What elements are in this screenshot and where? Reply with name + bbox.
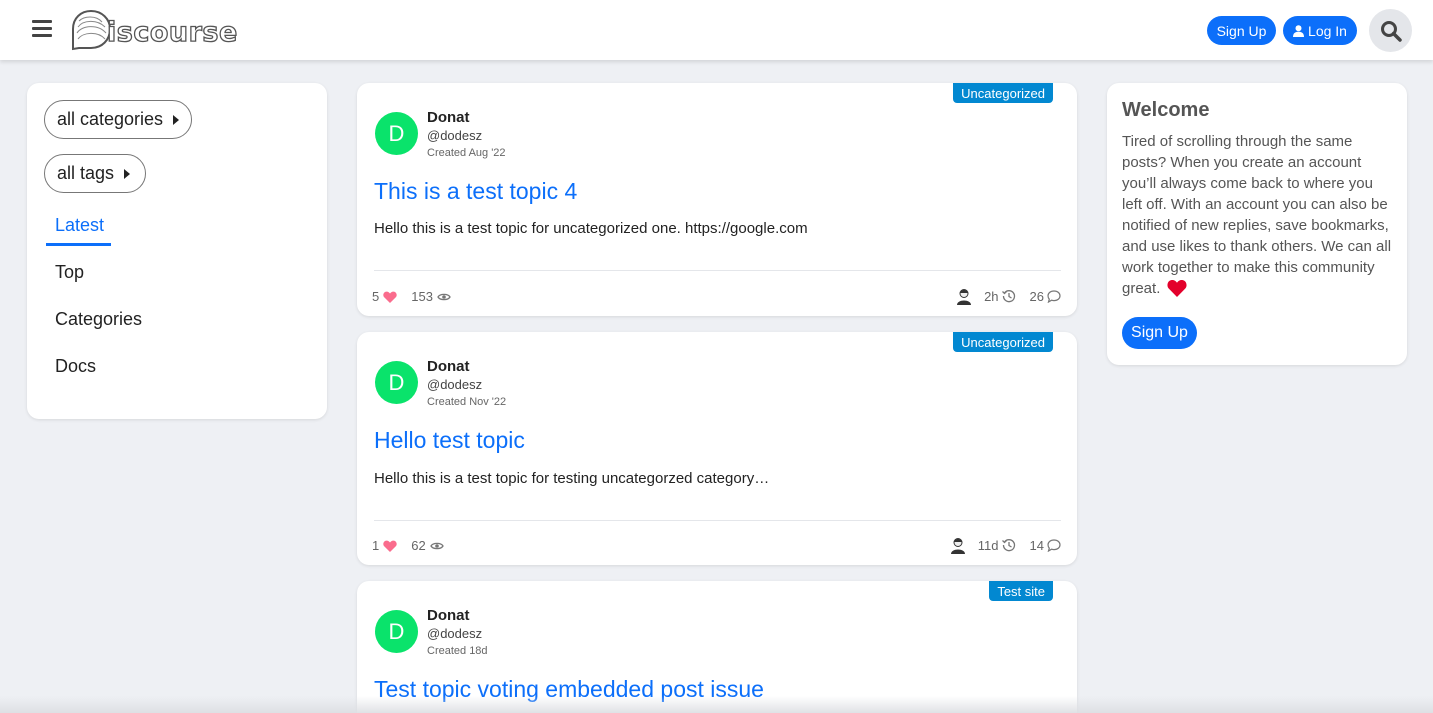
bottom-fade	[0, 696, 1433, 713]
author-handle: @dodesz	[427, 128, 483, 143]
topic-title[interactable]: This is a test topic 4	[374, 178, 577, 205]
nav-active-indicator	[46, 243, 111, 246]
nav-latest[interactable]: Latest	[55, 215, 104, 236]
topic-title[interactable]: Hello test topic	[374, 427, 525, 454]
log-in-button[interactable]: Log In	[1283, 16, 1357, 45]
caret-right-icon	[124, 168, 131, 179]
welcome-sign-up-button[interactable]: Sign Up	[1122, 317, 1197, 349]
caret-right-icon	[173, 114, 180, 125]
nav-top[interactable]: Top	[55, 262, 84, 283]
heart-icon[interactable]	[383, 291, 397, 303]
all-tags-label: all tags	[57, 163, 115, 183]
topic-excerpt: Hello this is a test topic for uncategor…	[374, 220, 808, 237]
all-categories-label: all categories	[57, 109, 164, 129]
avatar[interactable]: D	[375, 112, 418, 155]
all-tags-dropdown[interactable]: all tags	[44, 154, 146, 193]
user-avatar-icon[interactable]	[955, 287, 974, 305]
sign-up-button[interactable]: Sign Up	[1207, 16, 1276, 45]
user-icon	[1293, 24, 1305, 37]
author-name[interactable]: Donat	[427, 358, 470, 375]
history-icon	[1001, 539, 1015, 552]
author-handle: @dodesz	[427, 626, 483, 641]
user-avatar-icon[interactable]	[948, 536, 967, 554]
log-in-label: Log In	[1308, 22, 1347, 39]
logo-text: iscourse	[106, 16, 238, 48]
welcome-body: Tired of scrolling through the same post…	[1122, 131, 1394, 299]
site-header: iscourse Sign Up Log In	[0, 0, 1433, 60]
like-count: 5	[372, 289, 380, 304]
author-name[interactable]: Donat	[427, 109, 470, 126]
topic-stats: 5 153	[372, 289, 451, 304]
topic-card[interactable]: Uncategorized D Donat @dodesz Created No…	[357, 332, 1077, 565]
reply-count: 26	[1029, 288, 1044, 304]
heart-icon	[1166, 279, 1187, 297]
topic-stats: 1 62	[372, 538, 444, 553]
view-count: 62	[411, 538, 426, 553]
comment-icon	[1047, 538, 1061, 552]
sidebar: all categories all tags Latest Top Categ…	[27, 83, 327, 419]
topic-card[interactable]: Test site D Donat @dodesz Created 18d Te…	[357, 581, 1077, 713]
created-date: Created 18d	[427, 645, 488, 657]
avatar[interactable]: D	[375, 361, 418, 404]
topic-activity: 2h 26	[955, 287, 1061, 305]
category-badge[interactable]: Uncategorized	[953, 83, 1053, 103]
nav-categories[interactable]: Categories	[55, 309, 142, 330]
welcome-panel: Welcome Tired of scrolling through the s…	[1107, 83, 1407, 365]
category-badge[interactable]: Test site	[989, 581, 1053, 601]
welcome-title: Welcome	[1122, 99, 1210, 121]
last-activity[interactable]: 2h	[984, 289, 998, 304]
divider	[374, 270, 1061, 271]
category-badge[interactable]: Uncategorized	[953, 332, 1053, 352]
like-count: 1	[372, 538, 380, 553]
heart-icon[interactable]	[383, 540, 397, 552]
search-button[interactable]	[1369, 9, 1412, 52]
history-icon	[1001, 290, 1015, 303]
comment-icon	[1047, 289, 1061, 303]
search-icon	[1380, 20, 1402, 42]
created-date: Created Nov '22	[427, 396, 507, 408]
topic-card[interactable]: Uncategorized D Donat @dodesz Created Au…	[357, 83, 1077, 316]
eye-icon	[437, 293, 451, 300]
welcome-sign-up-label: Sign Up	[1131, 324, 1188, 341]
all-categories-dropdown[interactable]: all categories	[44, 100, 192, 139]
discourse-logo[interactable]: iscourse	[69, 9, 238, 51]
topic-excerpt: Hello this is a test topic for testing u…	[374, 470, 770, 487]
last-activity[interactable]: 11d	[978, 538, 999, 553]
author-handle: @dodesz	[427, 377, 483, 392]
divider	[374, 520, 1061, 521]
sign-up-label: Sign Up	[1216, 22, 1267, 39]
welcome-text: Tired of scrolling through the same post…	[1122, 133, 1392, 297]
avatar[interactable]: D	[375, 610, 418, 653]
topic-activity: 11d 14	[948, 536, 1061, 554]
reply-count: 14	[1029, 537, 1044, 553]
author-name[interactable]: Donat	[427, 607, 470, 624]
view-count: 153	[411, 289, 433, 304]
nav-docs[interactable]: Docs	[55, 356, 96, 377]
eye-icon	[429, 542, 444, 549]
hamburger-menu-icon[interactable]	[32, 20, 52, 38]
created-date: Created Aug '22	[427, 147, 506, 159]
